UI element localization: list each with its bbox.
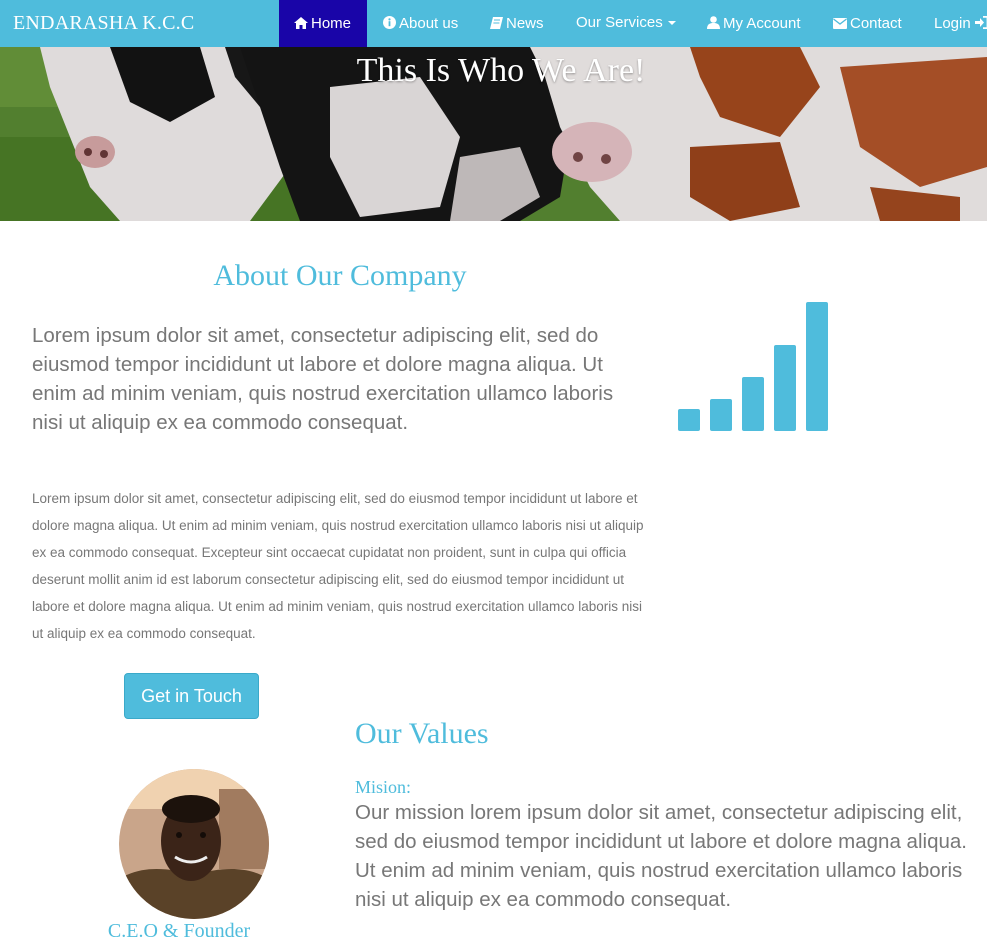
- nav-services-label: Our Services: [576, 14, 663, 31]
- nav-home[interactable]: Home: [279, 0, 367, 47]
- envelope-icon: [833, 0, 847, 46]
- nav-about[interactable]: About us: [368, 0, 473, 47]
- get-in-touch-button[interactable]: Get in Touch: [124, 673, 259, 719]
- nav-home-label: Home: [311, 15, 352, 32]
- nav-my-account[interactable]: My Account: [692, 0, 816, 47]
- hero-banner: This Is Who We Are!: [0, 47, 987, 221]
- nav-login-label: Login: [934, 15, 971, 32]
- info-icon: [383, 0, 396, 46]
- signal-bars-icon: [678, 302, 828, 431]
- nav-account-label: My Account: [723, 15, 801, 32]
- values-heading: Our Values: [355, 717, 489, 750]
- chevron-down-icon: [667, 21, 676, 26]
- top-navbar: ENDARASHA K.C.C Home About us News Our S…: [0, 0, 987, 47]
- brand-logo[interactable]: ENDARASHA K.C.C: [13, 0, 194, 47]
- nav-news-label: News: [506, 15, 544, 32]
- nav-news[interactable]: News: [475, 0, 559, 47]
- user-icon: [707, 0, 720, 46]
- nav-contact-label: Contact: [850, 15, 902, 32]
- nav-login[interactable]: Login: [919, 0, 987, 47]
- ceo-caption: C.E.O & Founder: [107, 920, 251, 942]
- mission-text: Our mission lorem ipsum dolor sit amet, …: [355, 801, 967, 911]
- about-body-text: Lorem ipsum dolor sit amet, consectetur …: [32, 491, 644, 641]
- book-icon: [490, 0, 503, 46]
- nav-about-label: About us: [399, 15, 459, 32]
- hero-title: This Is Who We Are!: [356, 52, 646, 89]
- about-lead-text: Lorem ipsum dolor sit amet, consectetur …: [32, 324, 614, 434]
- login-icon: [974, 0, 987, 46]
- nav-our-services[interactable]: Our Services: [561, 0, 691, 47]
- about-heading: About Our Company: [213, 259, 467, 292]
- ceo-avatar: [119, 769, 269, 919]
- nav-contact[interactable]: Contact: [818, 0, 917, 47]
- mission-label: Mision:: [355, 777, 412, 797]
- home-icon: [294, 0, 308, 46]
